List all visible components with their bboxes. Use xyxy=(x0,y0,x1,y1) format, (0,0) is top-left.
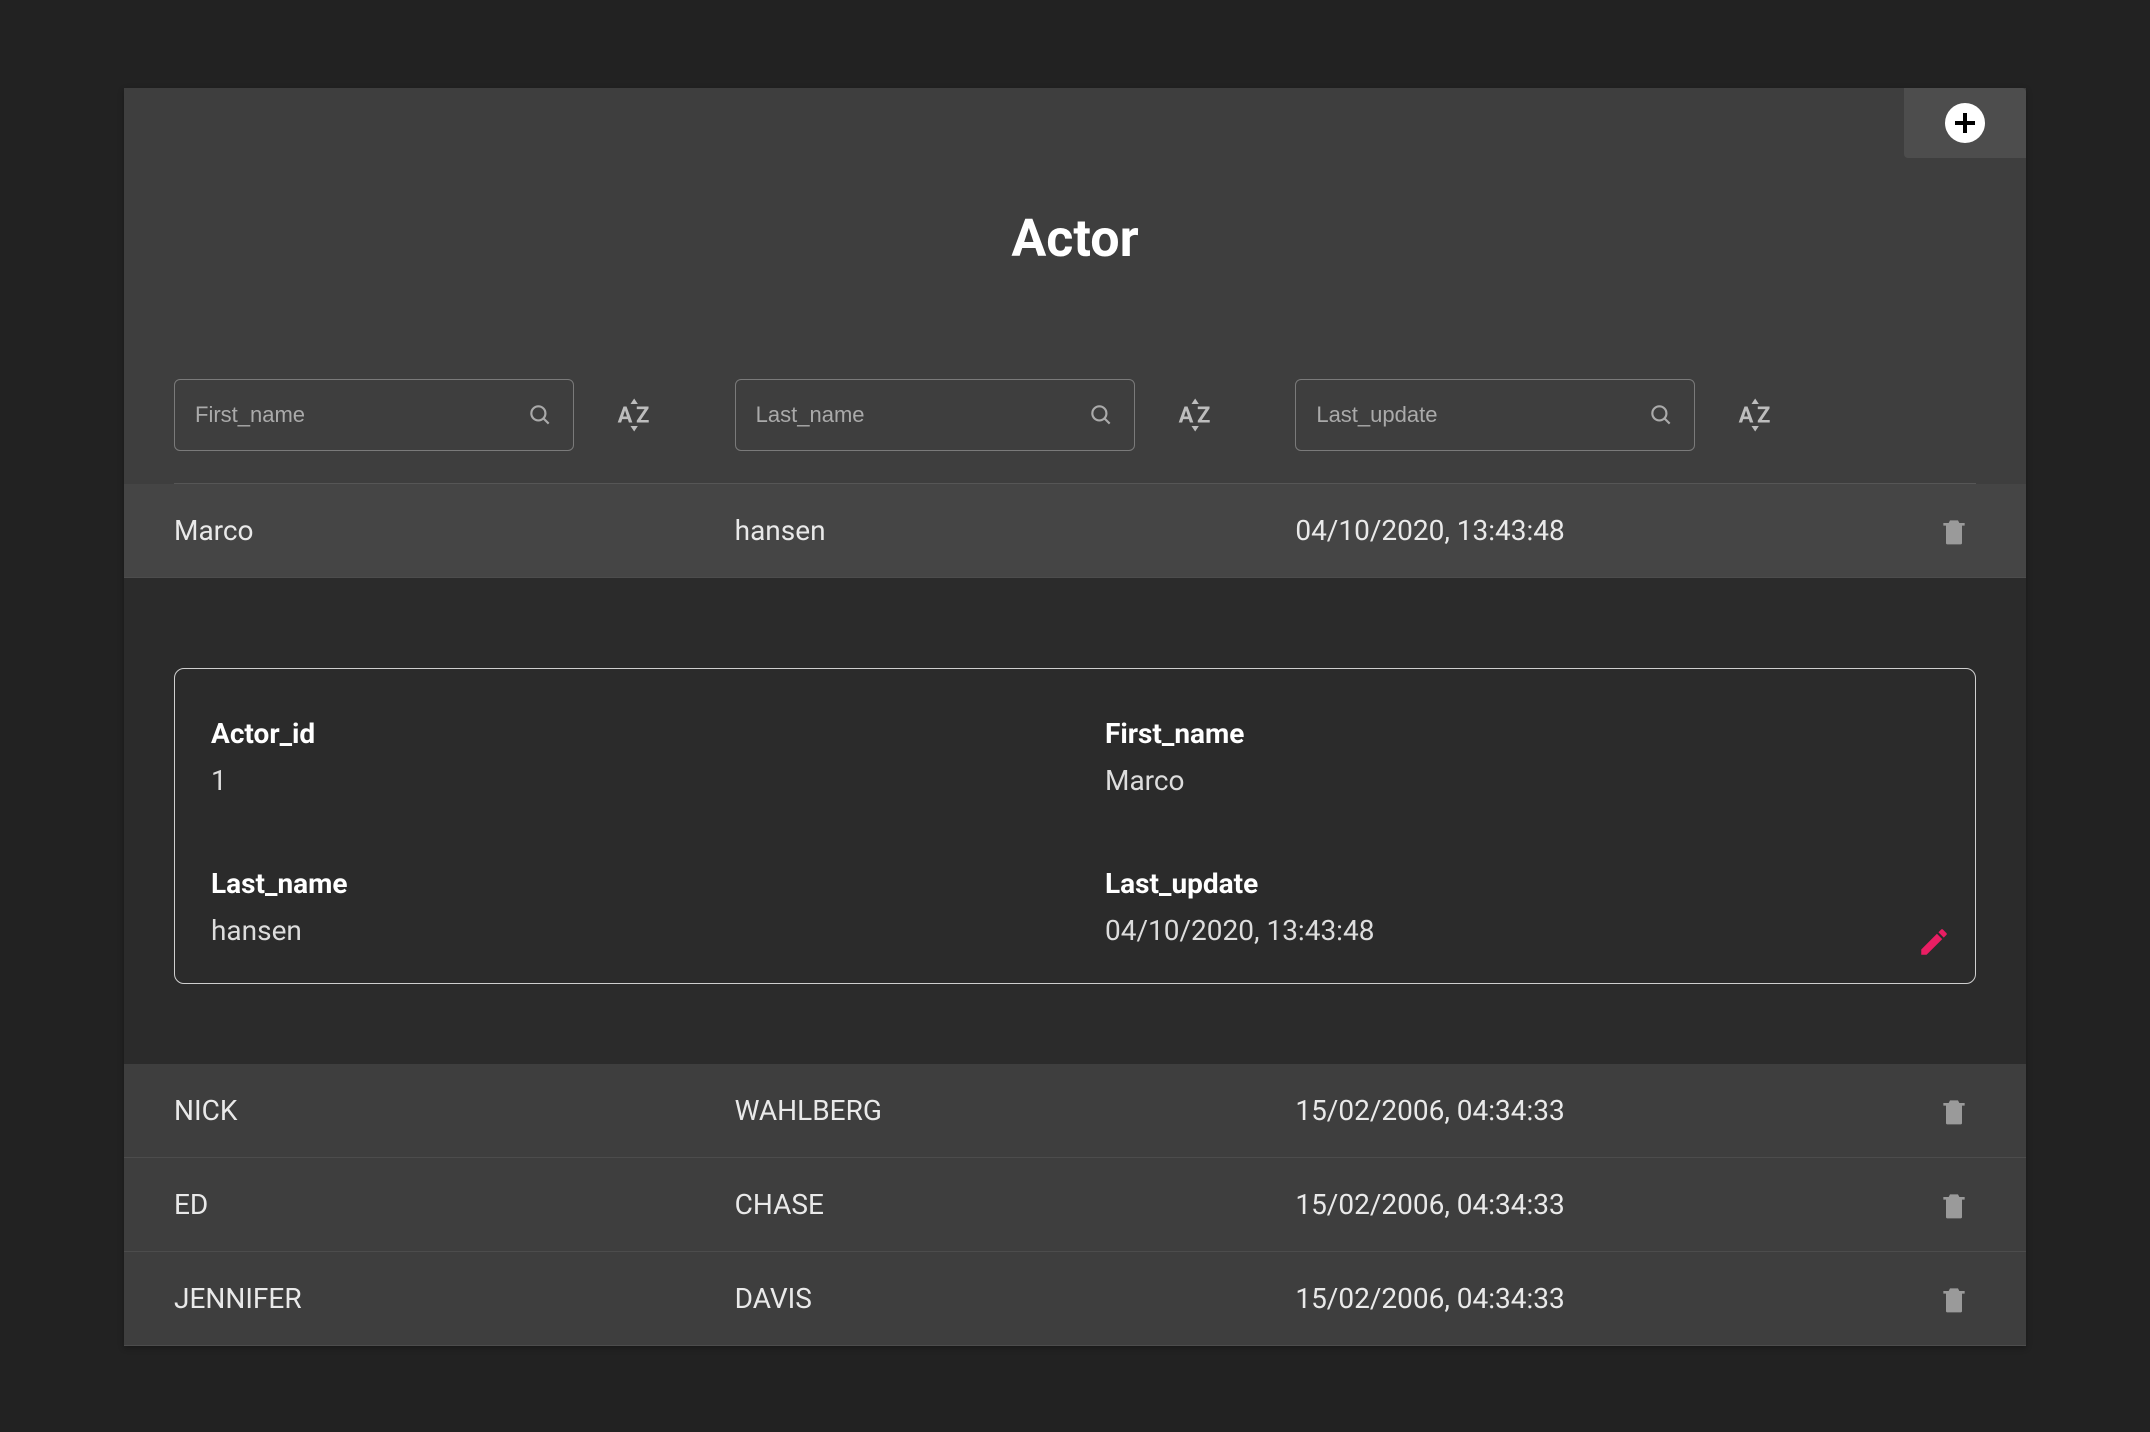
row-detail-panel: Actor_id 1 First_name Marco Last_name ha… xyxy=(124,578,2026,1064)
cell-first-name: ED xyxy=(174,1188,735,1221)
field-first-name: First_name Marco xyxy=(1105,717,1939,797)
search-last-update[interactable] xyxy=(1295,379,1695,451)
detail-card: Actor_id 1 First_name Marco Last_name ha… xyxy=(174,668,1976,984)
cell-last-update: 15/02/2006, 04:34:33 xyxy=(1295,1188,1856,1221)
delete-row-button[interactable] xyxy=(1938,1281,1970,1317)
cell-first-name: NICK xyxy=(174,1094,735,1127)
field-actor-id: Actor_id 1 xyxy=(211,717,1045,797)
cell-last-update: 15/02/2006, 04:34:33 xyxy=(1295,1282,1856,1315)
cell-first-name: JENNIFER xyxy=(174,1282,735,1315)
edit-button[interactable] xyxy=(1917,925,1951,959)
svg-text:Z: Z xyxy=(636,403,649,428)
field-label: Actor_id xyxy=(211,717,1045,750)
search-last-name-input[interactable] xyxy=(756,402,1088,428)
cell-last-update: 04/10/2020, 13:43:48 xyxy=(1295,514,1856,547)
table-row[interactable]: NICK WAHLBERG 15/02/2006, 04:34:33 xyxy=(124,1064,2026,1158)
add-button[interactable] xyxy=(1904,88,2026,158)
field-value: Marco xyxy=(1105,764,1939,797)
delete-row-button[interactable] xyxy=(1938,1093,1970,1129)
sort-last-name-button[interactable]: A Z xyxy=(1175,393,1219,437)
actor-panel: Actor A Z xyxy=(124,88,2026,1346)
field-last-name: Last_name hansen xyxy=(211,867,1045,947)
delete-row-button[interactable] xyxy=(1938,1187,1970,1223)
sort-last-update-button[interactable]: A Z xyxy=(1735,393,1779,437)
cell-last-name: CHASE xyxy=(735,1188,1296,1221)
cell-last-name: DAVIS xyxy=(735,1282,1296,1315)
svg-text:A: A xyxy=(618,403,633,428)
page-title: Actor xyxy=(124,88,2026,269)
plus-circle-icon xyxy=(1945,103,1985,143)
cell-last-update: 15/02/2006, 04:34:33 xyxy=(1295,1094,1856,1127)
filter-first-name: A Z xyxy=(174,379,735,451)
cell-first-name: Marco xyxy=(174,514,735,547)
search-icon xyxy=(1648,402,1674,428)
search-first-name-input[interactable] xyxy=(195,402,527,428)
svg-text:A: A xyxy=(1739,403,1754,428)
search-icon xyxy=(527,402,553,428)
search-icon xyxy=(1088,402,1114,428)
filter-last-update: A Z xyxy=(1295,379,1856,451)
search-last-update-input[interactable] xyxy=(1316,402,1648,428)
cell-last-name: WAHLBERG xyxy=(735,1094,1296,1127)
svg-text:Z: Z xyxy=(1757,403,1770,428)
svg-text:A: A xyxy=(1178,403,1193,428)
search-first-name[interactable] xyxy=(174,379,574,451)
table-row[interactable]: Marco hansen 04/10/2020, 13:43:48 xyxy=(124,484,2026,578)
field-last-update: Last_update 04/10/2020, 13:43:48 xyxy=(1105,867,1939,947)
svg-text:Z: Z xyxy=(1197,403,1210,428)
filter-last-name: A Z xyxy=(735,379,1296,451)
field-value: 1 xyxy=(211,764,1045,797)
cell-last-name: hansen xyxy=(735,514,1296,547)
field-label: Last_name xyxy=(211,867,1045,900)
field-value: 04/10/2020, 13:43:48 xyxy=(1105,914,1939,947)
sort-first-name-button[interactable]: A Z xyxy=(614,393,658,437)
field-value: hansen xyxy=(211,914,1045,947)
filter-bar: A Z A Z xyxy=(124,379,2026,451)
table-row[interactable]: JENNIFER DAVIS 15/02/2006, 04:34:33 xyxy=(124,1252,2026,1346)
field-label: Last_update xyxy=(1105,867,1939,900)
field-label: First_name xyxy=(1105,717,1939,750)
search-last-name[interactable] xyxy=(735,379,1135,451)
table-row[interactable]: ED CHASE 15/02/2006, 04:34:33 xyxy=(124,1158,2026,1252)
delete-row-button[interactable] xyxy=(1938,513,1970,549)
